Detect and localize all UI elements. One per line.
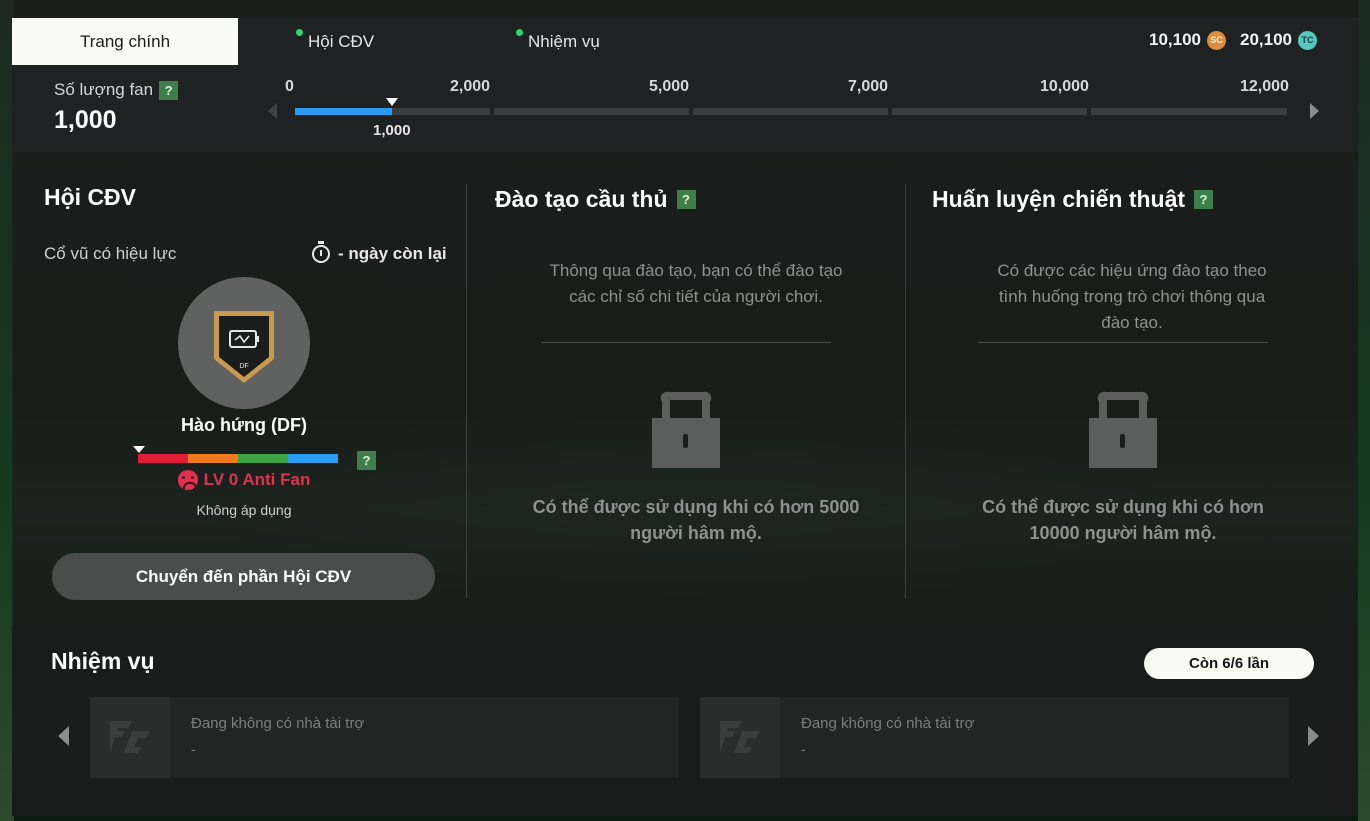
missions-panel: Nhiệm vụ Còn 6/6 lần Đang không có nhà t…	[12, 626, 1358, 816]
fan-count-label-text: Số lượng fan	[54, 80, 154, 99]
sc-currency: 10,100 SC	[1149, 30, 1226, 50]
days-remaining-text: - ngày còn lại	[338, 244, 447, 263]
tab-fan-club-label: Hội CĐV	[308, 31, 375, 51]
help-icon[interactable]: ?	[1194, 190, 1214, 209]
help-icon[interactable]: ?	[357, 451, 376, 470]
tactical-training-title-text: Huấn luyện chiến thuật	[932, 186, 1186, 212]
column-divider	[466, 184, 467, 598]
progress-marker-label: 1,000	[373, 122, 411, 139]
section-divider	[541, 342, 831, 343]
fc-logo-icon	[700, 697, 780, 778]
tick-label: 2,000	[450, 78, 491, 95]
fc-logo-icon	[90, 697, 170, 778]
sad-face-icon	[177, 470, 198, 490]
tab-home[interactable]: Trang chính	[12, 18, 238, 65]
chevron-left-icon[interactable]	[268, 103, 277, 119]
tab-fan-club[interactable]: Hội CĐV	[296, 18, 375, 65]
missions-title: Nhiệm vụ	[51, 648, 155, 674]
progress-segment	[1091, 108, 1287, 115]
mood-segment	[238, 454, 288, 463]
fan-status: Không áp dụng	[196, 502, 292, 518]
fan-level: LV 0 Anti Fan	[110, 470, 378, 490]
tc-currency: 20,100 TC	[1240, 30, 1317, 50]
player-training-lock-message: Có thể được sử dụng khi có hơn 5000 ngườ…	[531, 494, 861, 546]
lock-icon	[652, 391, 720, 468]
help-icon[interactable]: ?	[159, 80, 179, 100]
sc-coin-icon: SC	[1207, 30, 1226, 50]
tab-missions[interactable]: Nhiệm vụ	[516, 18, 600, 65]
tab-missions-label: Nhiệm vụ	[528, 31, 600, 51]
description-line: Thông qua đào tạo, bạn có thể đào tạo	[549, 261, 843, 280]
player-training-title: Đào tạo cầu thủ ?	[495, 186, 696, 213]
sponsor-card-subtitle: -	[801, 741, 806, 757]
section-divider	[978, 342, 1268, 343]
goto-fan-club-button[interactable]: Chuyển đến phần Hội CĐV	[52, 553, 435, 600]
tick-label: 7,000	[848, 78, 889, 95]
description-line: đào tạo.	[1101, 313, 1163, 332]
player-training-description: Thông qua đào tạo, bạn có thể đào tạo cá…	[541, 258, 851, 310]
description-line: các chỉ số chi tiết của người chơi.	[569, 287, 823, 306]
progress-segment	[693, 108, 888, 115]
tactical-training-title: Huấn luyện chiến thuật ?	[932, 186, 1214, 213]
tactical-training-lock-message: Có thể được sử dụng khi có hơn 10000 ngư…	[958, 494, 1288, 546]
notification-dot	[516, 29, 523, 36]
remaining-attempts-badge[interactable]: Còn 6/6 lần	[1144, 648, 1314, 679]
sponsor-card-title: Đang không có nhà tài trợ	[191, 715, 365, 732]
top-bar: Trang chính Hội CĐV Nhiệm vụ 10,100 SC 2…	[12, 18, 1358, 152]
progress-segment	[892, 108, 1087, 115]
lock-message-line: 10000 người hâm mộ.	[1029, 523, 1217, 543]
fan-progress-fill	[295, 108, 392, 115]
days-remaining: - ngày còn lại	[312, 241, 447, 264]
mood-marker-icon	[133, 446, 145, 453]
sponsor-card[interactable]: Đang không có nhà tài trợ -	[700, 697, 1289, 778]
effect-label: Cổ vũ có hiệu lực	[44, 244, 177, 263]
player-training-title-text: Đào tạo cầu thủ	[495, 186, 668, 212]
fan-count-value: 1,000	[54, 106, 117, 134]
progress-marker-icon	[386, 98, 398, 106]
tc-value: 20,100	[1240, 30, 1292, 49]
badge-code: DF	[239, 363, 248, 370]
column-divider	[905, 184, 906, 598]
tab-home-label: Trang chính	[79, 31, 171, 51]
chevron-right-icon[interactable]	[1310, 103, 1319, 119]
fan-features-panel: Hội CĐV Cổ vũ có hiệu lực - ngày còn lại…	[12, 152, 1358, 626]
fan-level-text: LV 0 Anti Fan	[203, 470, 311, 489]
cheer-badge: DF	[178, 277, 310, 409]
lock-message-line: Có thể được sử dụng khi có hơn 5000	[532, 497, 860, 517]
mood-name: Hào hứng (DF)	[180, 415, 307, 435]
sponsor-card[interactable]: Đang không có nhà tài trợ -	[90, 697, 679, 778]
chevron-left-icon[interactable]	[58, 726, 69, 746]
tc-coin-icon: TC	[1298, 30, 1317, 50]
lock-message-line: Có thể được sử dụng khi có hơn	[982, 497, 1264, 517]
shield-badge-icon: DF	[214, 311, 274, 383]
sponsor-card-subtitle: -	[191, 741, 196, 757]
sponsor-card-title: Đang không có nhà tài trợ	[801, 715, 975, 732]
progress-segment	[494, 108, 689, 115]
mood-segment	[288, 454, 338, 463]
tactical-training-description: Có được các hiệu ứng đào tạo theo tình h…	[977, 258, 1287, 336]
chevron-right-icon[interactable]	[1308, 726, 1319, 746]
description-line: tình huống trong trò chơi thông qua	[998, 287, 1266, 306]
tick-label: 10,000	[1040, 78, 1089, 95]
background-right-edge	[1358, 0, 1370, 821]
lock-message-line: người hâm mộ.	[630, 523, 762, 543]
description-line: Có được các hiệu ứng đào tạo theo	[997, 261, 1267, 280]
sc-value: 10,100	[1149, 30, 1201, 49]
help-icon[interactable]: ?	[676, 190, 696, 209]
fan-club-title: Hội CĐV	[44, 184, 136, 210]
lock-icon	[1089, 391, 1157, 468]
fan-count-label: Số lượng fan ?	[54, 80, 179, 100]
tick-label: 5,000	[649, 78, 690, 95]
stopwatch-icon	[312, 241, 330, 263]
tick-label: 12,000	[1240, 78, 1289, 95]
mood-segment	[138, 454, 188, 463]
mood-segment	[188, 454, 238, 463]
tick-label: 0	[285, 78, 294, 95]
notification-dot	[296, 29, 303, 36]
mood-bar	[138, 454, 338, 463]
